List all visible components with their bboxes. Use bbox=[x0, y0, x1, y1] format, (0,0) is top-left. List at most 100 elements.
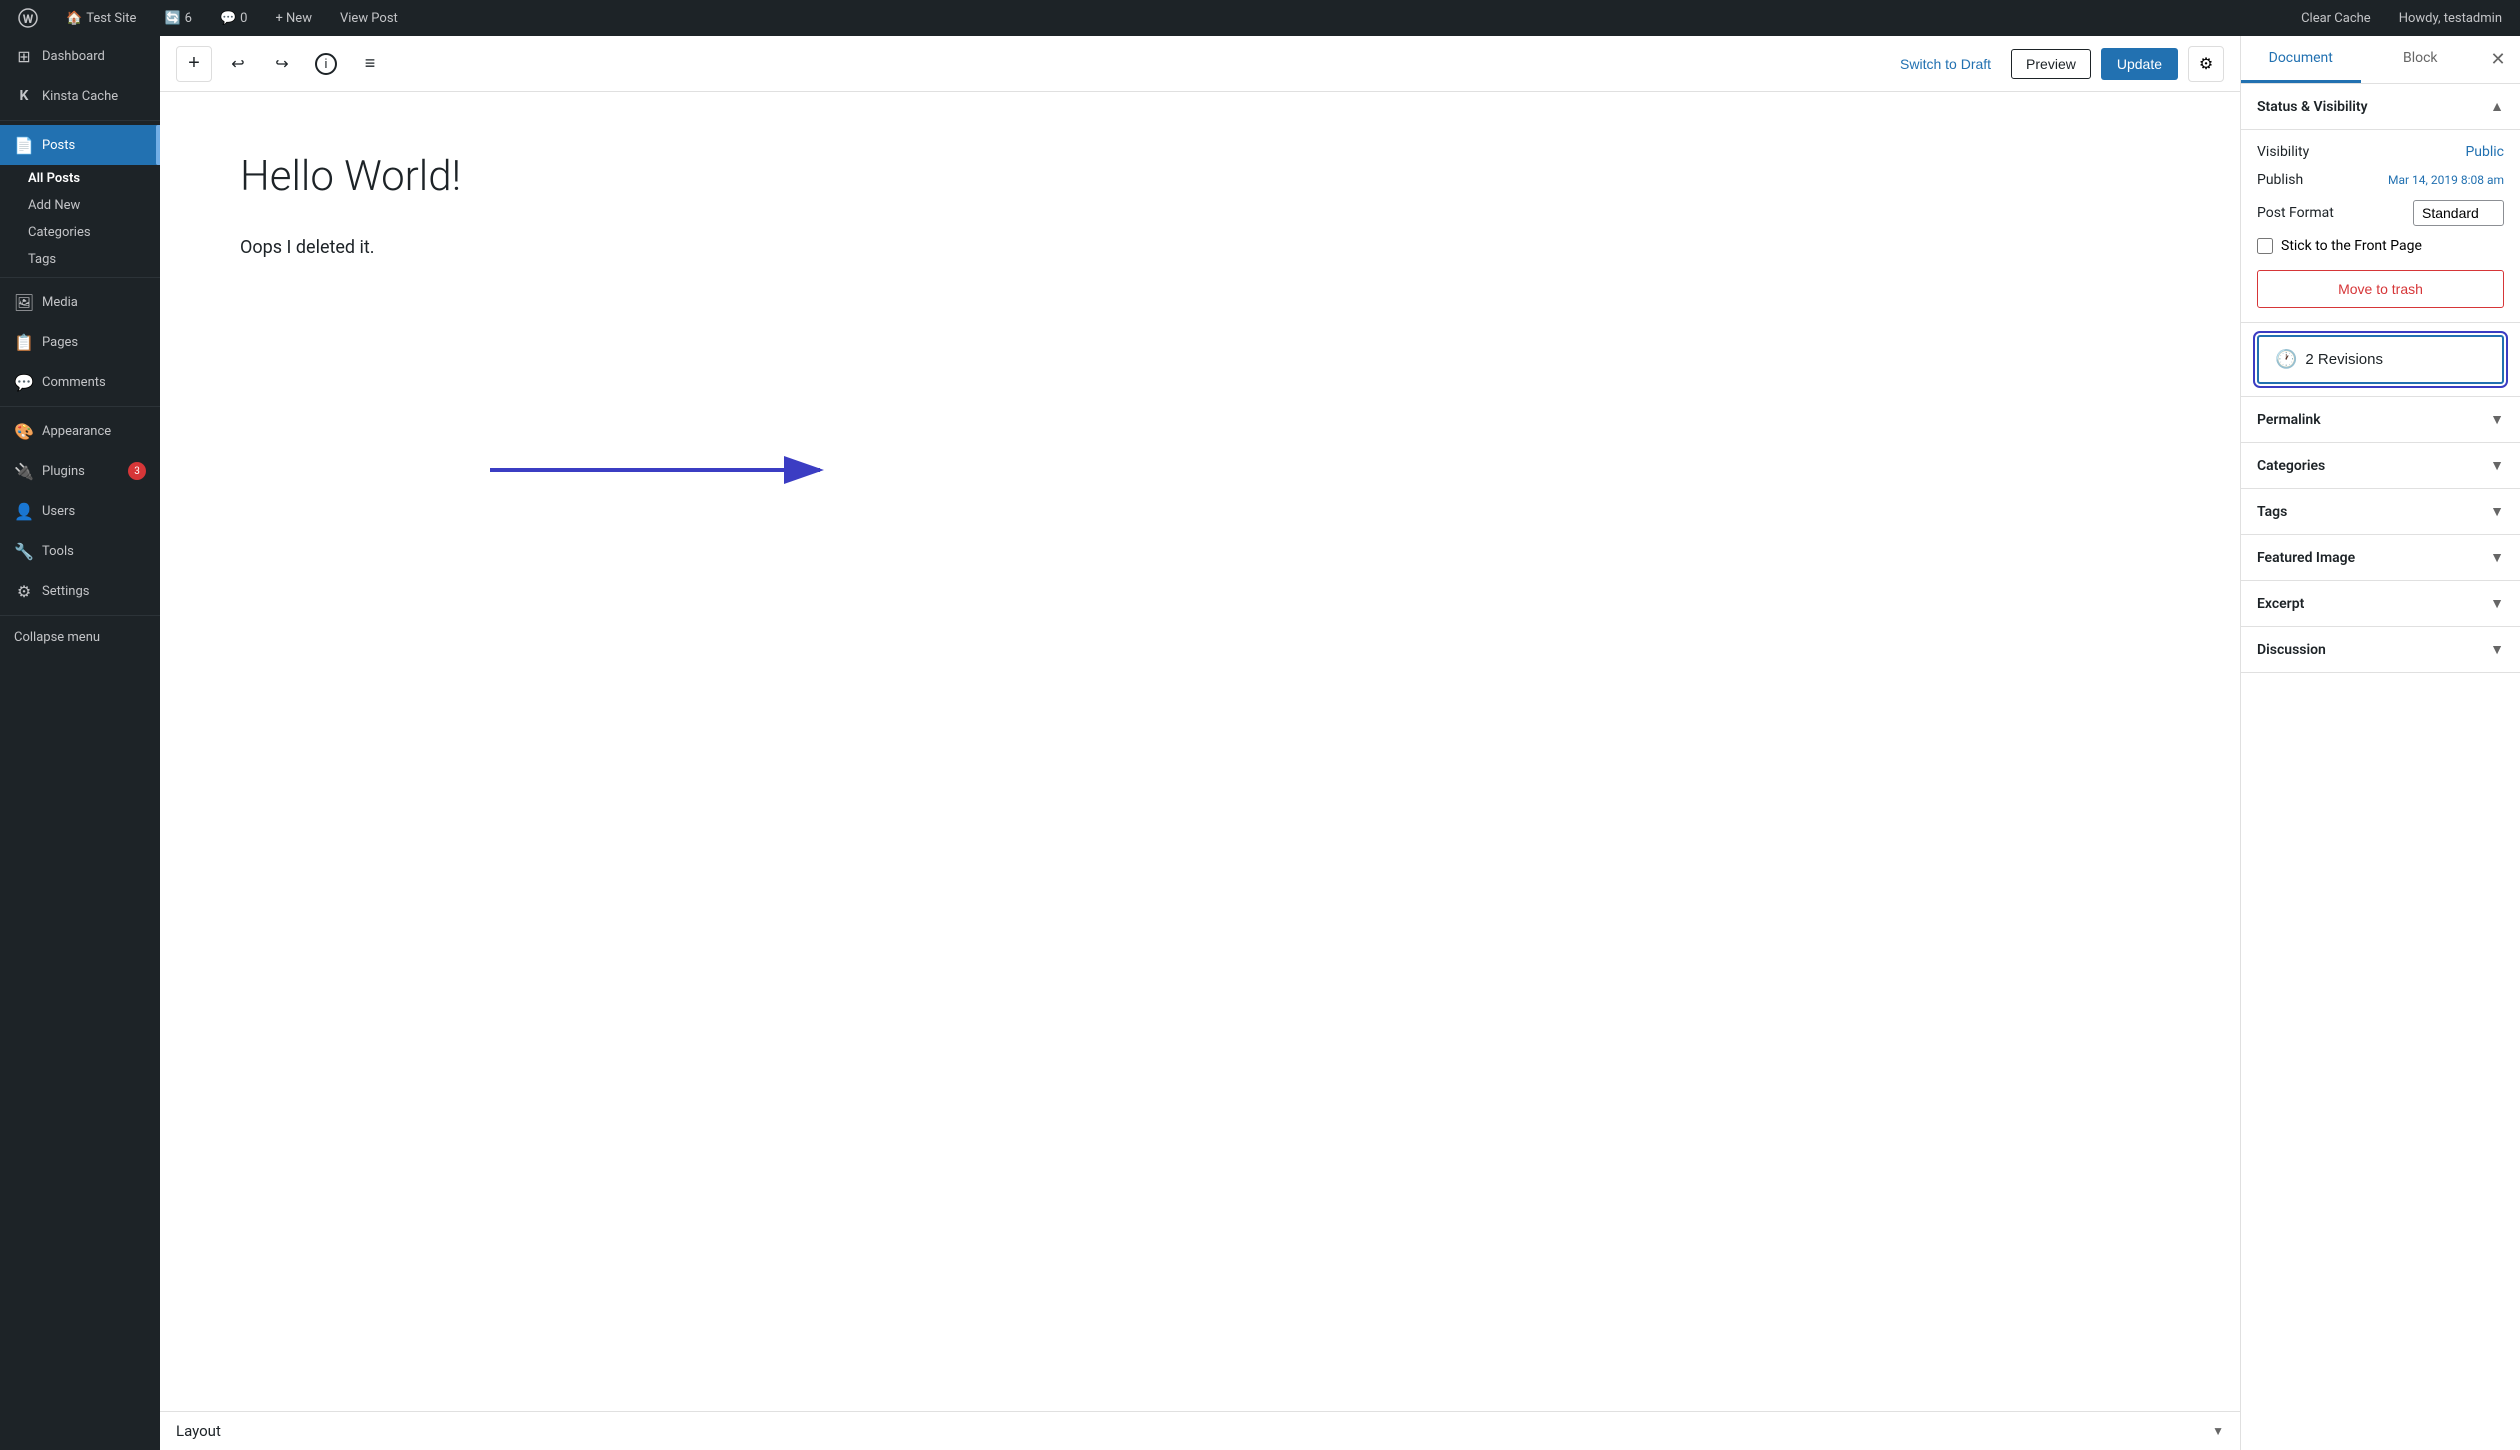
sidebar-item-plugins[interactable]: 🔌 Plugins 3 bbox=[0, 451, 160, 491]
admin-bar: W 🏠 Test Site 🔄 6 💬 0 + New View Post Cl… bbox=[0, 0, 2520, 36]
redo-button[interactable]: ↪ bbox=[264, 46, 300, 82]
post-format-label: Post Format bbox=[2257, 205, 2334, 221]
publish-row: Publish Mar 14, 2019 8:08 am bbox=[2257, 172, 2504, 188]
update-button[interactable]: Update bbox=[2101, 48, 2178, 80]
sidebar-sub-add-new[interactable]: Add New bbox=[0, 192, 160, 219]
discussion-title: Discussion bbox=[2257, 642, 2326, 658]
redo-icon: ↪ bbox=[275, 54, 288, 74]
pages-icon: 📋 bbox=[14, 332, 34, 352]
sidebar-label-pages: Pages bbox=[42, 335, 78, 350]
sidebar-item-users[interactable]: 👤 Users bbox=[0, 491, 160, 531]
sidebar-sub-tags[interactable]: Tags bbox=[0, 246, 160, 273]
list-view-button[interactable]: ≡ bbox=[352, 46, 388, 82]
new-content-link[interactable]: + New bbox=[269, 7, 318, 30]
excerpt-chevron-icon: ▼ bbox=[2490, 595, 2504, 612]
layout-label: Layout bbox=[176, 1422, 221, 1440]
categories-title: Categories bbox=[2257, 458, 2325, 474]
view-post-label: View Post bbox=[340, 11, 398, 26]
stick-front-row: Stick to the Front Page bbox=[2257, 238, 2504, 254]
publish-value[interactable]: Mar 14, 2019 8:08 am bbox=[2388, 173, 2504, 187]
tags-section-header[interactable]: Tags ▼ bbox=[2241, 489, 2520, 535]
sidebar-item-dashboard[interactable]: ⊞ Dashboard bbox=[0, 36, 160, 76]
featured-image-section-header[interactable]: Featured Image ▼ bbox=[2241, 535, 2520, 581]
sidebar-sub-categories[interactable]: Categories bbox=[0, 219, 160, 246]
view-post-link[interactable]: View Post bbox=[334, 7, 404, 30]
status-visibility-content: Visibility Public Publish Mar 14, 2019 8… bbox=[2241, 130, 2520, 323]
revisions-section: 🕐 2 Revisions bbox=[2241, 335, 2520, 397]
sidebar-item-media[interactable]: 🖼 Media bbox=[0, 282, 160, 322]
preview-button[interactable]: Preview bbox=[2011, 49, 2091, 79]
add-block-button[interactable]: + bbox=[176, 46, 212, 82]
status-visibility-section-header[interactable]: Status & Visibility ▲ bbox=[2241, 84, 2520, 130]
layout-chevron-icon[interactable]: ▼ bbox=[2212, 1424, 2224, 1438]
collapse-menu-button[interactable]: Collapse menu bbox=[0, 620, 160, 655]
editor-footer: Layout ▼ bbox=[160, 1411, 2240, 1450]
sidebar-item-settings[interactable]: ⚙ Settings bbox=[0, 571, 160, 611]
tab-block[interactable]: Block bbox=[2361, 36, 2481, 83]
switch-to-draft-button[interactable]: Switch to Draft bbox=[1890, 50, 2001, 78]
house-icon: 🏠 bbox=[66, 11, 82, 26]
wp-logo-link[interactable]: W bbox=[12, 4, 44, 32]
comments-link[interactable]: 💬 0 bbox=[214, 7, 254, 30]
plugins-icon: 🔌 bbox=[14, 461, 34, 481]
visibility-label: Visibility bbox=[2257, 144, 2309, 160]
post-body[interactable]: Oops I deleted it. bbox=[240, 233, 2160, 264]
editor-content: Hello World! Oops I deleted it. bbox=[160, 92, 2240, 1411]
users-icon: 👤 bbox=[14, 501, 34, 521]
revisions-label: 2 Revisions bbox=[2305, 351, 2383, 368]
sidebar-item-appearance[interactable]: 🎨 Appearance bbox=[0, 411, 160, 451]
status-visibility-title: Status & Visibility bbox=[2257, 99, 2368, 115]
sidebar-item-kinsta-cache[interactable]: K Kinsta Cache bbox=[0, 76, 160, 116]
svg-text:W: W bbox=[23, 12, 34, 26]
panel-close-button[interactable]: ✕ bbox=[2480, 42, 2516, 78]
undo-button[interactable]: ↩ bbox=[220, 46, 256, 82]
visibility-value[interactable]: Public bbox=[2465, 144, 2504, 160]
sidebar-item-posts[interactable]: 📄 Posts bbox=[0, 125, 160, 165]
undo-icon: ↩ bbox=[231, 54, 244, 74]
sidebar-label-dashboard: Dashboard bbox=[42, 49, 105, 64]
howdy-link[interactable]: Howdy, testadmin bbox=[2393, 7, 2508, 30]
discussion-section-header[interactable]: Discussion ▼ bbox=[2241, 627, 2520, 673]
info-button[interactable]: i bbox=[308, 46, 344, 82]
settings-panel-button[interactable]: ⚙ bbox=[2188, 46, 2224, 82]
comments-icon: 💬 bbox=[220, 11, 236, 26]
tab-document[interactable]: Document bbox=[2241, 36, 2361, 83]
sidebar-sub-all-posts[interactable]: All Posts bbox=[0, 165, 160, 192]
sidebar-label-plugins: Plugins bbox=[42, 464, 85, 479]
stick-front-checkbox[interactable] bbox=[2257, 238, 2273, 254]
move-to-trash-button[interactable]: Move to trash bbox=[2257, 270, 2504, 308]
app-layout: ⊞ Dashboard K Kinsta Cache 📄 Posts All P… bbox=[0, 36, 2520, 1450]
media-icon: 🖼 bbox=[14, 292, 34, 312]
permalink-chevron-icon: ▼ bbox=[2490, 411, 2504, 428]
clock-icon: 🕐 bbox=[2275, 349, 2297, 370]
post-format-select[interactable]: Standard Aside Image Video Quote Link bbox=[2413, 200, 2504, 226]
sidebar-label-users: Users bbox=[42, 504, 75, 519]
tags-title: Tags bbox=[2257, 504, 2287, 520]
site-name-link[interactable]: 🏠 Test Site bbox=[60, 7, 142, 30]
featured-image-title: Featured Image bbox=[2257, 550, 2355, 566]
sidebar-item-comments[interactable]: 💬 Comments bbox=[0, 362, 160, 402]
sidebar-divider-3 bbox=[0, 406, 160, 407]
categories-section-header[interactable]: Categories ▼ bbox=[2241, 443, 2520, 489]
editor-toolbar: + ↩ ↪ i ≡ Switch to Draft Preview Update… bbox=[160, 36, 2240, 92]
kinsta-icon: K bbox=[14, 86, 34, 106]
panel-content: Status & Visibility ▲ Visibility Public … bbox=[2241, 84, 2520, 1450]
sidebar-item-pages[interactable]: 📋 Pages bbox=[0, 322, 160, 362]
clear-cache-button[interactable]: Clear Cache bbox=[2295, 7, 2377, 30]
updates-link[interactable]: 🔄 6 bbox=[158, 7, 198, 30]
post-format-row: Post Format Standard Aside Image Video Q… bbox=[2257, 200, 2504, 226]
sidebar-item-tools[interactable]: 🔧 Tools bbox=[0, 531, 160, 571]
permalink-section-header[interactable]: Permalink ▼ bbox=[2241, 397, 2520, 443]
post-title[interactable]: Hello World! bbox=[240, 152, 2160, 201]
plugins-badge: 3 bbox=[128, 462, 146, 480]
list-view-icon: ≡ bbox=[365, 53, 376, 74]
sidebar-divider-2 bbox=[0, 277, 160, 278]
status-visibility-chevron-icon: ▲ bbox=[2490, 98, 2504, 115]
sidebar-label-kinsta-cache: Kinsta Cache bbox=[42, 89, 118, 104]
revisions-button[interactable]: 🕐 2 Revisions bbox=[2257, 335, 2504, 384]
tools-icon: 🔧 bbox=[14, 541, 34, 561]
site-name: Test Site bbox=[86, 11, 136, 26]
excerpt-section-header[interactable]: Excerpt ▼ bbox=[2241, 581, 2520, 627]
settings-icon: ⚙ bbox=[14, 581, 34, 601]
discussion-chevron-icon: ▼ bbox=[2490, 641, 2504, 658]
